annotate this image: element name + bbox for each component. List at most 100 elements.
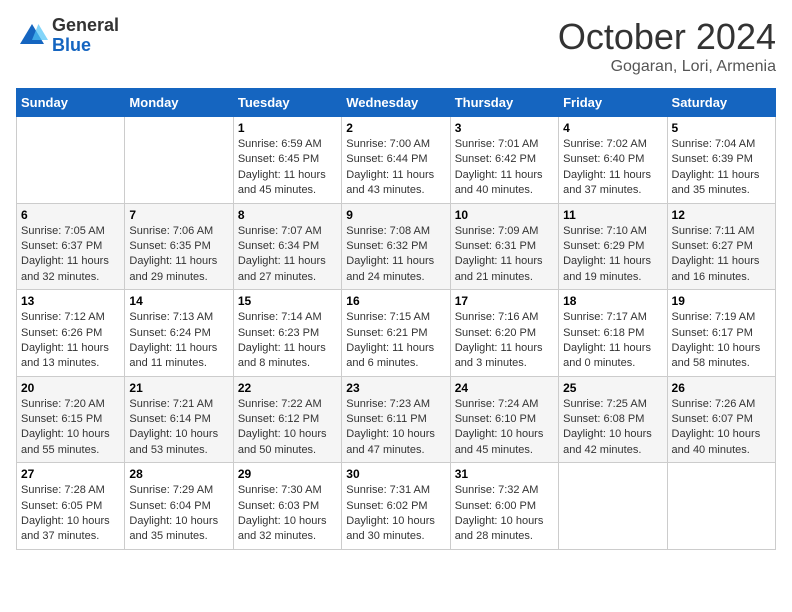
day-info: Sunrise: 7:26 AMSunset: 6:07 PMDaylight:… bbox=[672, 397, 771, 459]
day-info: Sunrise: 7:17 AMSunset: 6:18 PMDaylight:… bbox=[563, 310, 662, 372]
day-info: Sunrise: 7:05 AMSunset: 6:37 PMDaylight:… bbox=[21, 224, 120, 286]
day-number: 7 bbox=[129, 208, 228, 222]
day-cell: 9 Sunrise: 7:08 AMSunset: 6:32 PMDaylight… bbox=[342, 203, 450, 290]
day-cell: 8Sunrise: 7:07 AMSunset: 6:34 PMDaylight… bbox=[233, 203, 341, 290]
day-number: 27 bbox=[21, 467, 120, 481]
day-info: Sunrise: 7:08 AMSunset: 6:32 PMDaylight:… bbox=[346, 224, 445, 286]
header-monday: Monday bbox=[125, 89, 233, 117]
day-info: Sunrise: 7:31 AMSunset: 6:02 PMDaylight:… bbox=[346, 483, 445, 545]
day-cell: 21Sunrise: 7:21 AMSunset: 6:14 PMDayligh… bbox=[125, 376, 233, 463]
day-number: 13 bbox=[21, 294, 120, 308]
calendar-table: SundayMondayTuesdayWednesdayThursdayFrid… bbox=[16, 88, 776, 550]
day-info: Sunrise: 7:00 AMSunset: 6:44 PMDaylight:… bbox=[346, 137, 445, 199]
day-number: 14 bbox=[129, 294, 228, 308]
day-cell: 13 Sunrise: 7:12 AMSunset: 6:26 PMDayligh… bbox=[17, 290, 125, 377]
day-number: 12 bbox=[672, 208, 771, 222]
day-number: 30 bbox=[346, 467, 445, 481]
week-row-3: 13 Sunrise: 7:12 AMSunset: 6:26 PMDayligh… bbox=[17, 290, 776, 377]
header-thursday: Thursday bbox=[450, 89, 558, 117]
week-row-4: 20 Sunrise: 7:20 AMSunset: 6:15 PMDayligh… bbox=[17, 376, 776, 463]
day-number: 9 bbox=[346, 208, 445, 222]
day-info: Sunrise: 7:16 AMSunset: 6:20 PMDaylight:… bbox=[455, 310, 554, 372]
day-cell: 18 Sunrise: 7:17 AMSunset: 6:18 PMDayligh… bbox=[559, 290, 667, 377]
day-cell: 5 Sunrise: 7:04 AMSunset: 6:39 PMDaylight… bbox=[667, 117, 775, 204]
day-cell bbox=[559, 463, 667, 550]
day-number: 28 bbox=[129, 467, 228, 481]
header-tuesday: Tuesday bbox=[233, 89, 341, 117]
day-cell: 22 Sunrise: 7:22 AMSunset: 6:12 PMDayligh… bbox=[233, 376, 341, 463]
day-info: Sunrise: 7:09 AMSunset: 6:31 PMDaylight:… bbox=[455, 224, 554, 286]
day-info: Sunrise: 7:22 AMSunset: 6:12 PMDaylight:… bbox=[238, 397, 337, 459]
week-row-2: 6 Sunrise: 7:05 AMSunset: 6:37 PMDaylight… bbox=[17, 203, 776, 290]
day-cell: 24Sunrise: 7:24 AMSunset: 6:10 PMDayligh… bbox=[450, 376, 558, 463]
logo-general: General bbox=[52, 16, 119, 36]
day-info: Sunrise: 7:20 AMSunset: 6:15 PMDaylight:… bbox=[21, 397, 120, 459]
day-cell: 23 Sunrise: 7:23 AMSunset: 6:11 PMDayligh… bbox=[342, 376, 450, 463]
day-info: Sunrise: 7:25 AMSunset: 6:08 PMDaylight:… bbox=[563, 397, 662, 459]
day-info: Sunrise: 7:01 AMSunset: 6:42 PMDaylight:… bbox=[455, 137, 554, 199]
day-cell: 7 Sunrise: 7:06 AMSunset: 6:35 PMDaylight… bbox=[125, 203, 233, 290]
day-info: Sunrise: 7:15 AMSunset: 6:21 PMDaylight:… bbox=[346, 310, 445, 372]
day-info: Sunrise: 7:11 AMSunset: 6:27 PMDaylight:… bbox=[672, 224, 771, 286]
day-info: Sunrise: 7:14 AMSunset: 6:23 PMDaylight:… bbox=[238, 310, 337, 372]
day-cell: 26 Sunrise: 7:26 AMSunset: 6:07 PMDayligh… bbox=[667, 376, 775, 463]
day-cell bbox=[17, 117, 125, 204]
day-cell bbox=[667, 463, 775, 550]
day-number: 8 bbox=[238, 208, 337, 222]
page-header: General Blue October 2024 Gogaran, Lori,… bbox=[16, 16, 776, 76]
day-number: 4 bbox=[563, 121, 662, 135]
day-cell: 30 Sunrise: 7:31 AMSunset: 6:02 PMDayligh… bbox=[342, 463, 450, 550]
day-number: 25 bbox=[563, 381, 662, 395]
day-cell: 1 Sunrise: 6:59 AMSunset: 6:45 PMDaylight… bbox=[233, 117, 341, 204]
day-cell: 27Sunrise: 7:28 AMSunset: 6:05 PMDayligh… bbox=[17, 463, 125, 550]
location-subtitle: Gogaran, Lori, Armenia bbox=[558, 58, 776, 76]
day-info: Sunrise: 7:21 AMSunset: 6:14 PMDaylight:… bbox=[129, 397, 228, 459]
day-info: Sunrise: 7:32 AMSunset: 6:00 PMDaylight:… bbox=[455, 483, 554, 545]
header-wednesday: Wednesday bbox=[342, 89, 450, 117]
day-number: 29 bbox=[238, 467, 337, 481]
day-number: 15 bbox=[238, 294, 337, 308]
day-cell: 31 Sunrise: 7:32 AMSunset: 6:00 PMDayligh… bbox=[450, 463, 558, 550]
day-cell: 10Sunrise: 7:09 AMSunset: 6:31 PMDayligh… bbox=[450, 203, 558, 290]
day-cell: 14 Sunrise: 7:13 AMSunset: 6:24 PMDayligh… bbox=[125, 290, 233, 377]
day-info: Sunrise: 7:30 AMSunset: 6:03 PMDaylight:… bbox=[238, 483, 337, 545]
logo: General Blue bbox=[16, 16, 119, 56]
day-number: 5 bbox=[672, 121, 771, 135]
day-cell: 20 Sunrise: 7:20 AMSunset: 6:15 PMDayligh… bbox=[17, 376, 125, 463]
day-number: 22 bbox=[238, 381, 337, 395]
day-cell: 12 Sunrise: 7:11 AMSunset: 6:27 PMDayligh… bbox=[667, 203, 775, 290]
day-cell: 17 Sunrise: 7:16 AMSunset: 6:20 PMDayligh… bbox=[450, 290, 558, 377]
day-number: 2 bbox=[346, 121, 445, 135]
day-info: Sunrise: 6:59 AMSunset: 6:45 PMDaylight:… bbox=[238, 137, 337, 199]
header-friday: Friday bbox=[559, 89, 667, 117]
day-number: 18 bbox=[563, 294, 662, 308]
day-info: Sunrise: 7:23 AMSunset: 6:11 PMDaylight:… bbox=[346, 397, 445, 459]
day-number: 11 bbox=[563, 208, 662, 222]
day-cell: 11 Sunrise: 7:10 AMSunset: 6:29 PMDayligh… bbox=[559, 203, 667, 290]
day-info: Sunrise: 7:04 AMSunset: 6:39 PMDaylight:… bbox=[672, 137, 771, 199]
day-number: 26 bbox=[672, 381, 771, 395]
day-info: Sunrise: 7:12 AMSunset: 6:26 PMDaylight:… bbox=[21, 310, 120, 372]
day-number: 17 bbox=[455, 294, 554, 308]
day-cell: 16Sunrise: 7:15 AMSunset: 6:21 PMDayligh… bbox=[342, 290, 450, 377]
day-cell: 25 Sunrise: 7:25 AMSunset: 6:08 PMDayligh… bbox=[559, 376, 667, 463]
day-info: Sunrise: 7:24 AMSunset: 6:10 PMDaylight:… bbox=[455, 397, 554, 459]
day-info: Sunrise: 7:19 AMSunset: 6:17 PMDaylight:… bbox=[672, 310, 771, 372]
month-title: October 2024 bbox=[558, 16, 776, 58]
header-saturday: Saturday bbox=[667, 89, 775, 117]
day-info: Sunrise: 7:13 AMSunset: 6:24 PMDaylight:… bbox=[129, 310, 228, 372]
day-info: Sunrise: 7:10 AMSunset: 6:29 PMDaylight:… bbox=[563, 224, 662, 286]
day-number: 6 bbox=[21, 208, 120, 222]
logo-blue: Blue bbox=[52, 36, 119, 56]
day-info: Sunrise: 7:06 AMSunset: 6:35 PMDaylight:… bbox=[129, 224, 228, 286]
day-cell: 28Sunrise: 7:29 AMSunset: 6:04 PMDayligh… bbox=[125, 463, 233, 550]
logo-text: General Blue bbox=[52, 16, 119, 56]
day-number: 23 bbox=[346, 381, 445, 395]
header-row: SundayMondayTuesdayWednesdayThursdayFrid… bbox=[17, 89, 776, 117]
day-number: 20 bbox=[21, 381, 120, 395]
week-row-5: 27Sunrise: 7:28 AMSunset: 6:05 PMDayligh… bbox=[17, 463, 776, 550]
day-cell: 29 Sunrise: 7:30 AMSunset: 6:03 PMDayligh… bbox=[233, 463, 341, 550]
day-number: 1 bbox=[238, 121, 337, 135]
day-number: 31 bbox=[455, 467, 554, 481]
day-cell: 6 Sunrise: 7:05 AMSunset: 6:37 PMDaylight… bbox=[17, 203, 125, 290]
